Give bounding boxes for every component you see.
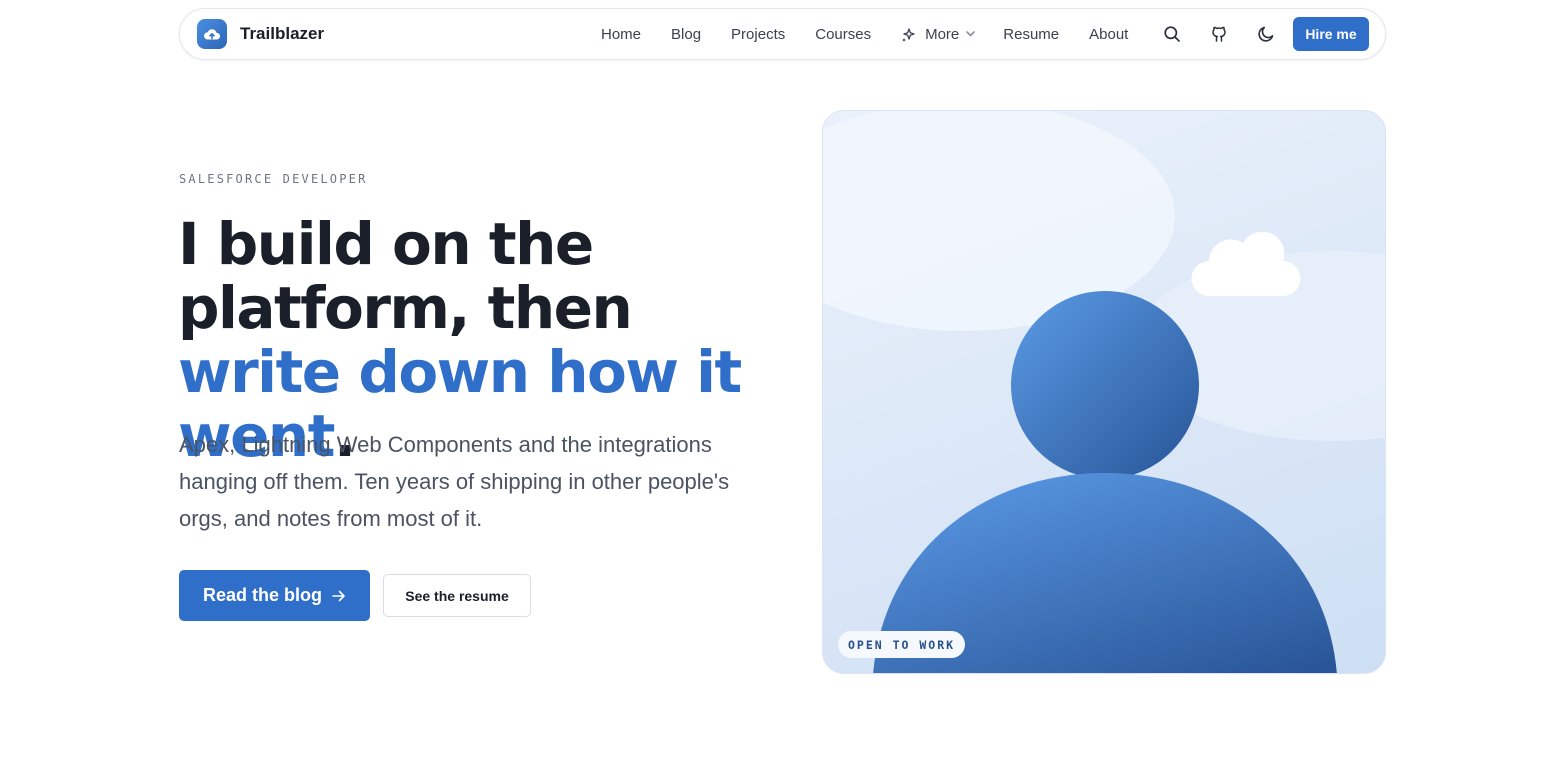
github-icon[interactable] (1207, 22, 1231, 46)
brand-link[interactable]: Trailblazer (197, 19, 324, 49)
hire-me-button[interactable]: Hire me (1293, 17, 1369, 51)
nav-link-resume[interactable]: Resume (1003, 26, 1059, 43)
hero-illustration-card (822, 110, 1386, 674)
top-navbar: Trailblazer Home Blog Projects Courses M… (179, 8, 1386, 60)
nav-more-dropdown[interactable]: More (901, 25, 976, 43)
nav-link-home[interactable]: Home (601, 26, 641, 43)
hero-eyebrow: SALESFORCE DEVELOPER (179, 172, 368, 186)
nav-link-blog[interactable]: Blog (671, 26, 701, 43)
nav-link-more: More (925, 25, 960, 43)
read-blog-label: Read the blog (202, 585, 322, 605)
nav-icon-group (1160, 9, 1301, 59)
read-blog-button[interactable]: Read the blog (179, 570, 370, 621)
search-icon[interactable] (1160, 22, 1184, 46)
avatar-illustration (823, 111, 1385, 673)
nav-links: Home Blog Projects Courses More Resume A… (601, 9, 1158, 59)
cloud-icon (197, 19, 227, 49)
nav-link-about[interactable]: About (1089, 26, 1128, 43)
brand-name: Trailblazer (240, 24, 325, 43)
chevron-down-icon (966, 31, 976, 37)
sparkle-icon (901, 27, 916, 42)
headline-plain: I build on the platform, then (178, 210, 633, 342)
nav-link-projects[interactable]: Projects (731, 26, 785, 43)
see-resume-button[interactable]: See the resume (383, 574, 531, 617)
arrow-right-icon (332, 590, 346, 602)
hero-lead: Apex, Lightning Web Components and the i… (179, 432, 730, 531)
moon-icon[interactable] (1254, 22, 1278, 46)
open-to-work-badge: OPEN TO WORK (838, 631, 966, 658)
cloud-shape (1191, 231, 1301, 296)
nav-link-courses[interactable]: Courses (815, 26, 871, 43)
